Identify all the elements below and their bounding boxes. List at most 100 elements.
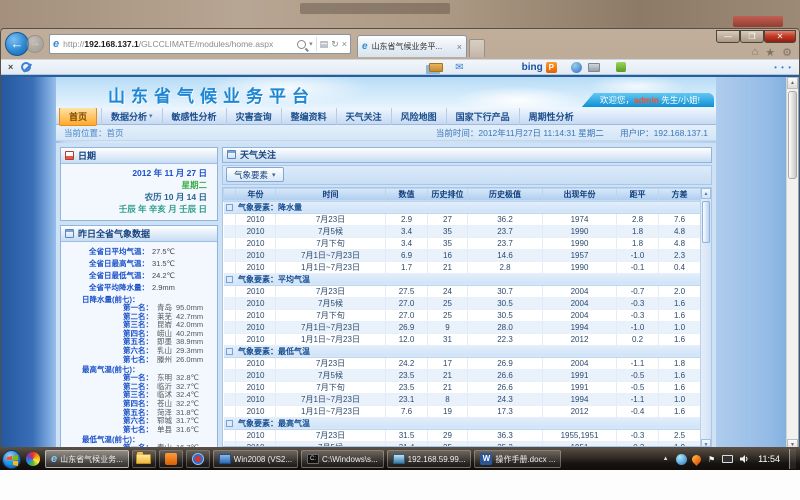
messenger-tray-icon[interactable] — [676, 454, 687, 465]
action-center-flag-icon[interactable]: ⚑ — [706, 454, 717, 465]
row-indent-cell — [224, 285, 236, 297]
cards-icon[interactable] — [429, 63, 443, 72]
cell: 7月下旬 — [276, 237, 386, 249]
nav-item-4[interactable]: 整编资料 — [281, 108, 336, 125]
favorites-star-icon[interactable]: ★ — [765, 46, 775, 59]
cell: 23.1 — [386, 393, 428, 405]
blocked-icon[interactable] — [21, 62, 31, 72]
browser-tab[interactable]: e 山东省气候业务平... × — [357, 35, 467, 57]
taskbar-task-1[interactable]: C:C:\Windows\s... — [301, 450, 384, 468]
scrollbar-thumb[interactable] — [702, 201, 710, 243]
scrollbar-thumb[interactable] — [788, 91, 797, 179]
new-tab-button[interactable] — [469, 39, 485, 57]
nav-item-3[interactable]: 灾害查询 — [226, 108, 281, 125]
cell: 2012 — [543, 405, 617, 417]
row-indent-cell — [224, 321, 236, 333]
show-hidden-icons[interactable]: ▲ — [660, 454, 671, 465]
refresh-icon[interactable]: ↻ — [331, 39, 339, 50]
bing-logo[interactable]: bing — [522, 62, 543, 73]
mail-icon[interactable]: ✉ — [455, 62, 463, 73]
cell: 19 — [428, 405, 468, 417]
screenshot-icon[interactable] — [588, 63, 600, 72]
show-desktop-button[interactable] — [789, 449, 796, 469]
cell: 7月下旬 — [276, 381, 386, 393]
group-toggle[interactable] — [226, 420, 233, 427]
cell: 1994 — [543, 393, 617, 405]
cell: 21 — [428, 261, 468, 273]
taskbar-task-2[interactable]: 192.168.59.99... — [387, 450, 472, 468]
taskbar-task-active[interactable]: e 山东省气候业务... — [45, 450, 129, 468]
table-group-row: 气象要素：最高气温 — [224, 417, 701, 429]
taskbar-task-3[interactable]: W操作手册.docx ... — [474, 450, 561, 468]
nav-item-7[interactable]: 国家下行产品 — [446, 108, 519, 125]
group-toggle[interactable] — [226, 204, 233, 211]
cell: 2.5 — [659, 429, 701, 441]
tab-close-icon[interactable]: × — [457, 42, 462, 52]
taskbar-media-button[interactable] — [186, 450, 210, 468]
taskbar-clock[interactable]: 11:54 — [758, 454, 780, 464]
stat-value: 27.5℃ — [152, 246, 175, 258]
security-tray-icon[interactable] — [690, 453, 703, 466]
maximize-button[interactable]: ❐ — [740, 30, 764, 43]
cell: 1.6 — [659, 297, 701, 309]
cell: 8 — [428, 393, 468, 405]
nav-item-6[interactable]: 风险地图 — [391, 108, 446, 125]
browser-scrollbar[interactable]: ▲ ▼ — [786, 77, 798, 448]
plugin-icon[interactable] — [616, 62, 626, 72]
messenger-icon[interactable] — [571, 62, 582, 73]
pinwheel-icon[interactable] — [26, 452, 40, 466]
cell: 31 — [428, 333, 468, 345]
network-icon[interactable] — [722, 455, 733, 463]
cell: 1月1日~7月23日 — [276, 405, 386, 417]
nav-item-2[interactable]: 敏感性分析 — [162, 108, 226, 125]
cell: 7月下旬 — [276, 309, 386, 321]
scroll-up-icon[interactable]: ▲ — [701, 188, 711, 199]
station-value: 26.0mm — [176, 356, 203, 365]
stat-row: 全省日最低气温：24.2℃ — [61, 270, 217, 282]
scroll-up-icon[interactable]: ▲ — [787, 77, 798, 89]
table-row: 20107月5候31.42535.31951-0.31.9 — [224, 441, 701, 447]
cell: 28.0 — [468, 321, 543, 333]
task-label: 操作手册.docx ... — [495, 454, 555, 465]
address-bar[interactable]: e http://192.168.137.1/GLCCLIMATE/module… — [49, 34, 351, 54]
close-toolbar-icon[interactable]: × — [8, 62, 13, 72]
stat-label: 全省平均降水量： — [61, 282, 149, 294]
nav-item-1[interactable]: 数据分析▾ — [101, 108, 162, 125]
data-grid: 年份时间数值历史排位历史极值出现年份距平方差气象要素：降水量20107月23日2… — [222, 187, 712, 447]
nav-item-5[interactable]: 天气关注 — [336, 108, 391, 125]
home-icon[interactable]: ⌂ — [752, 46, 759, 59]
taskbar-explorer-button[interactable] — [132, 450, 156, 468]
nav-item-8[interactable]: 周期性分析 — [519, 108, 583, 125]
element-dropdown-button[interactable]: 气象要素 ▾ — [226, 167, 284, 182]
url-scheme: http:// — [63, 39, 84, 49]
scroll-down-icon[interactable]: ▼ — [787, 439, 798, 448]
nav-item-0[interactable]: 首页 — [59, 107, 97, 126]
row-indent-cell — [224, 297, 236, 309]
cell: 1.6 — [659, 405, 701, 417]
close-button[interactable]: ✕ — [764, 30, 796, 43]
grid-scrollbar[interactable]: ▲ ▼ — [700, 188, 711, 447]
cell: 2010 — [236, 369, 276, 381]
group-toggle[interactable] — [226, 276, 233, 283]
cell: 2010 — [236, 441, 276, 447]
ganzhi-date: 壬辰 年 辛亥 月 壬辰 日 — [71, 203, 207, 215]
gregorian-date: 2012 年 11 月 27 日 — [71, 167, 207, 179]
group-toggle[interactable] — [226, 348, 233, 355]
scroll-down-icon[interactable]: ▼ — [701, 439, 711, 447]
tools-gear-icon[interactable]: ⚙ — [782, 46, 792, 59]
volume-icon[interactable] — [738, 454, 749, 465]
stop-icon[interactable]: × — [342, 39, 347, 49]
forward-button[interactable]: → — [26, 35, 44, 53]
taskbar-app-button[interactable] — [159, 450, 183, 468]
overflow-menu-icon[interactable]: • • • — [774, 63, 792, 72]
search-icon[interactable] — [297, 40, 306, 49]
row-indent-cell — [224, 441, 236, 447]
cell: 2010 — [236, 261, 276, 273]
tab-favicon-icon: e — [362, 41, 368, 52]
compatibility-view-icon[interactable]: ▤ — [320, 39, 329, 50]
input-method-icon[interactable]: P — [546, 62, 557, 73]
taskbar-task-0[interactable]: Win2008 (VS2... — [213, 450, 298, 468]
minimize-button[interactable]: — — [716, 30, 740, 43]
chevron-down-icon[interactable]: ▾ — [309, 40, 313, 48]
start-button[interactable] — [2, 450, 21, 469]
